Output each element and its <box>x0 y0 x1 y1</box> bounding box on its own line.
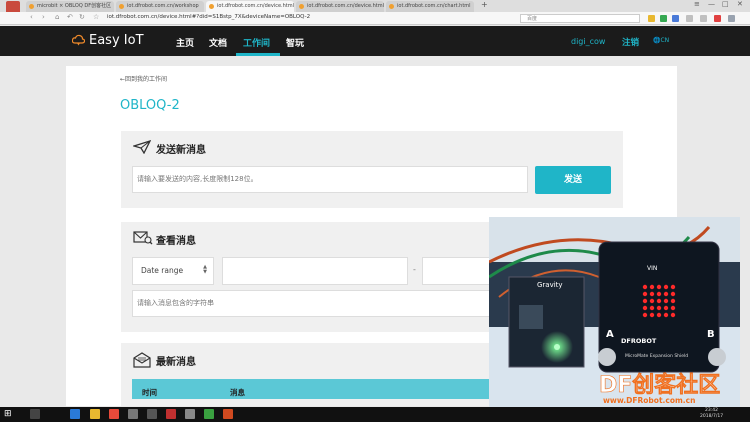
url-field[interactable]: iot.dfrobot.com.cn/device.html#?did=S1Bs… <box>107 14 310 20</box>
shield-icon[interactable] <box>660 15 667 22</box>
board-label-b: B <box>707 329 715 340</box>
refresh-icon[interactable]: ↻ <box>79 13 85 21</box>
favicon-icon <box>29 4 34 9</box>
watermark-brand: DF创客社区 <box>599 372 720 398</box>
forward-arrow-icon[interactable]: › <box>42 13 45 21</box>
watermark-url: www.DFRobot.com.cn <box>603 396 695 405</box>
message-filter-input[interactable]: 请输入消息包含的字符串 <box>132 290 502 317</box>
browser-tab[interactable]: iot.dfrobot.com.cn/chart.html <box>386 1 474 12</box>
address-bar: ‹ › ⌂ ↶ ↻ ☆ iot.dfrobot.com.cn/device.ht… <box>0 12 750 25</box>
active-nav-underline <box>236 53 280 56</box>
task-view-icon[interactable] <box>30 409 40 419</box>
browser-tab[interactable]: iot.dfrobot.com.cn/workshop <box>116 1 204 12</box>
favicon-icon <box>209 4 214 9</box>
nav-home[interactable]: 主页 <box>176 36 194 49</box>
envelope-search-icon <box>133 231 153 245</box>
up-down-arrow-icon: ▲ ▼ <box>203 264 207 275</box>
star-icon[interactable]: ☆ <box>93 13 99 21</box>
device-title: OBLOQ-2 <box>120 98 180 113</box>
windows-start-icon[interactable]: ⊞ <box>4 409 14 419</box>
column-header-message: 消息 <box>230 388 245 397</box>
logout-link[interactable]: 注销 <box>622 36 639 48</box>
favicon-icon <box>389 4 394 9</box>
app-icon[interactable] <box>166 409 176 419</box>
menu-icon[interactable] <box>686 15 693 22</box>
video-overlay: Gravity VIN A B DFROBOT MicroMate Expans… <box>489 217 740 407</box>
browser-search-input[interactable]: 百度 <box>520 14 640 23</box>
extension-icon[interactable] <box>714 15 721 22</box>
column-header-time: 时间 <box>142 388 157 397</box>
date-separator: - <box>413 265 416 274</box>
start-date-input[interactable] <box>222 257 408 285</box>
send-message-panel: 发送新消息 请输入要发送的内容,长度限制128位。 发送 <box>121 131 623 208</box>
file-explorer-icon[interactable] <box>90 409 100 419</box>
browser-tab[interactable]: microbit × OBLOQ DF创客社区 <box>26 1 114 12</box>
minimize-icon[interactable]: — <box>708 0 715 8</box>
extension-icon[interactable] <box>648 15 655 22</box>
extension-icon[interactable] <box>672 15 679 22</box>
app-icon[interactable] <box>204 409 214 419</box>
message-input[interactable]: 请输入要发送的内容,长度限制128位。 <box>132 166 528 193</box>
favicon-icon <box>119 4 124 9</box>
date-range-select[interactable]: Date range ▲ ▼ <box>132 257 214 285</box>
board-label-a: A <box>606 329 614 340</box>
close-icon[interactable]: ✕ <box>737 0 743 8</box>
new-tab-button[interactable]: + <box>481 0 488 9</box>
app-icon[interactable] <box>223 409 233 419</box>
latest-panel-title: 最新消息 <box>156 357 196 368</box>
taskbar-clock[interactable]: 23:42 2018/7/17 <box>700 408 723 420</box>
os-taskbar: ⊞ 23:42 2018/7/17 <box>0 407 750 422</box>
board-label-dfrobot: DFROBOT <box>621 337 657 345</box>
board-label-vin: VIN <box>647 265 657 272</box>
board-label-shield: MicroMate Expansion Shield <box>625 353 688 359</box>
app-icon[interactable] <box>185 409 195 419</box>
hardware-photo: Gravity VIN A B DFROBOT MicroMate Expans… <box>489 217 740 407</box>
inbox-icon <box>133 352 151 368</box>
back-to-workshop-link[interactable]: ←回到我的工作间 <box>120 74 167 83</box>
paper-plane-icon <box>133 140 151 154</box>
favicon-icon <box>299 4 304 9</box>
nav-docs[interactable]: 文档 <box>209 36 227 49</box>
chrome-icon[interactable] <box>109 409 119 419</box>
home-icon[interactable]: ⌂ <box>55 13 59 21</box>
nav-workshop[interactable]: 工作间 <box>243 36 270 49</box>
username-link[interactable]: digi_cow <box>571 37 605 46</box>
board-label-gravity: Gravity <box>537 281 563 289</box>
maximize-icon[interactable]: □ <box>722 0 729 8</box>
edge-browser-icon[interactable] <box>70 409 80 419</box>
cloud-icon <box>71 34 86 46</box>
send-panel-title: 发送新消息 <box>156 145 206 156</box>
calculator-icon[interactable] <box>128 409 138 419</box>
browser-tab-strip: microbit × OBLOQ DF创客社区 iot.dfrobot.com.… <box>0 0 750 19</box>
language-switch[interactable]: 🌐CN <box>653 37 669 44</box>
undo-icon[interactable]: ↶ <box>67 13 73 21</box>
browser-tab-active[interactable]: iot.dfrobot.com.cn/device.html <box>206 1 294 12</box>
extension-icon[interactable] <box>700 15 707 22</box>
window-menu-icon[interactable]: ≡ <box>694 0 700 8</box>
view-panel-title: 查看消息 <box>156 236 196 247</box>
site-logo[interactable]: Easy IoT <box>71 33 144 48</box>
browser-tab[interactable]: iot.dfrobot.com.cn/device.html <box>296 1 384 12</box>
back-arrow-icon[interactable]: ‹ <box>30 13 33 21</box>
menu-icon[interactable] <box>728 15 735 22</box>
app-icon[interactable] <box>147 409 157 419</box>
nav-play[interactable]: 智玩 <box>286 36 304 49</box>
send-button[interactable]: 发送 <box>535 166 611 194</box>
site-header: Easy IoT 主页 文档 工作间 智玩 digi_cow 注销 🌐CN <box>0 26 750 56</box>
